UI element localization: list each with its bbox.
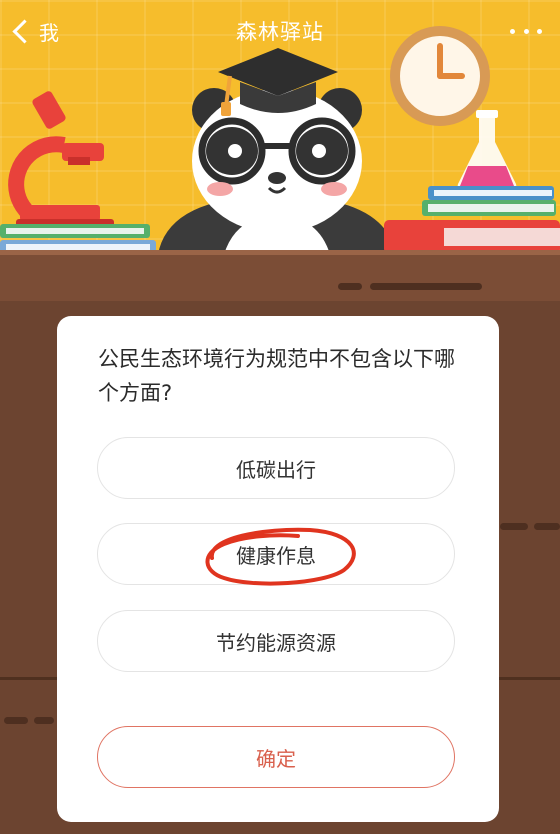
confirm-button[interactable]: 确定 (97, 726, 455, 788)
wood-groove (500, 523, 528, 530)
option-button[interactable]: 低碳出行 (97, 437, 455, 499)
more-dot (537, 28, 542, 34)
wood-groove (4, 717, 28, 724)
option-button[interactable]: 健康作息 (97, 523, 455, 585)
confirm-label: 确定 (256, 746, 296, 771)
more-dot (510, 28, 515, 34)
flask-icon (457, 110, 517, 192)
shelf-groove (370, 283, 482, 290)
option-label: 低碳出行 (236, 457, 316, 482)
wood-groove (534, 523, 560, 530)
navigation-bar: 我 森林驿站 (0, 0, 560, 62)
quiz-card: 公民生态环境行为规范中不包含以下哪个方面? 低碳出行 健康作息 节约能源资源 确… (57, 316, 499, 822)
book-stack-icon (384, 186, 560, 254)
option-button[interactable]: 节约能源资源 (97, 610, 455, 672)
page-title: 森林驿站 (236, 20, 324, 44)
option-label: 健康作息 (236, 543, 316, 568)
option-label: 节约能源资源 (216, 630, 336, 655)
shelf-groove (338, 283, 362, 290)
shelf (0, 255, 560, 301)
more-dot (523, 28, 529, 34)
wood-groove (34, 717, 54, 724)
header-scene: 我 森林驿站 (0, 0, 560, 262)
question-text: 公民生态环境行为规范中不包含以下哪个方面? (98, 347, 455, 405)
microscope-icon (8, 91, 114, 233)
more-icon[interactable] (510, 18, 542, 44)
